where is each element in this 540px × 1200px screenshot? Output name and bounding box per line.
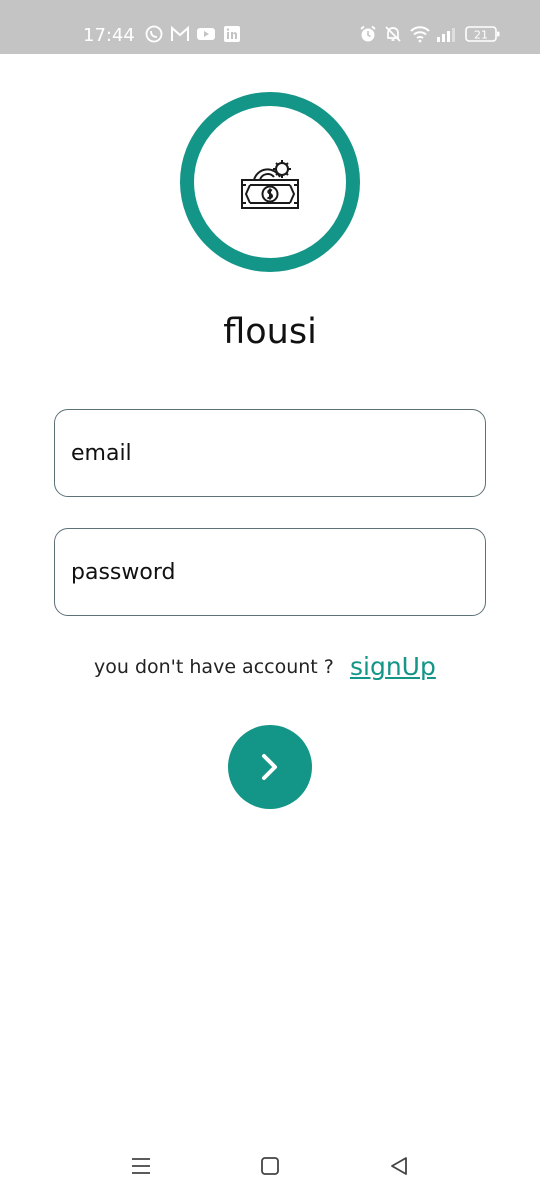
recents-icon[interactable] bbox=[131, 1156, 151, 1181]
wifi-icon bbox=[409, 25, 431, 43]
linkedin-icon bbox=[223, 25, 241, 43]
account-prompt: you don't have account ? bbox=[94, 656, 334, 678]
chevron-right-icon bbox=[262, 754, 277, 780]
signal-icon bbox=[436, 25, 458, 43]
youtube-icon bbox=[196, 25, 216, 43]
signup-link[interactable]: signUp bbox=[350, 652, 436, 681]
home-icon[interactable] bbox=[260, 1156, 280, 1181]
system-nav-bar bbox=[0, 1140, 540, 1200]
password-field[interactable] bbox=[54, 528, 486, 616]
email-input[interactable] bbox=[71, 410, 471, 496]
status-bar: 17:44 21 bbox=[0, 0, 540, 54]
alarm-icon bbox=[359, 25, 377, 43]
whatsapp-icon bbox=[145, 25, 163, 43]
mute-icon bbox=[384, 25, 402, 43]
back-icon[interactable] bbox=[389, 1156, 409, 1181]
battery-icon: 21 bbox=[465, 24, 501, 44]
battery-level: 21 bbox=[474, 29, 488, 42]
login-submit-button[interactable] bbox=[228, 725, 312, 809]
password-input[interactable] bbox=[71, 529, 471, 615]
status-time: 17:44 bbox=[83, 25, 135, 46]
app-title: flousi bbox=[223, 312, 317, 352]
email-field[interactable] bbox=[54, 409, 486, 497]
money-gear-icon bbox=[240, 155, 300, 211]
gmail-icon bbox=[170, 25, 190, 43]
